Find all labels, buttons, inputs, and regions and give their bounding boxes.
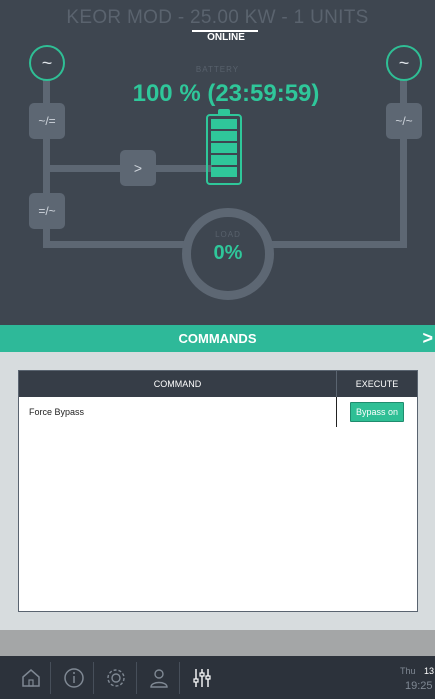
commands-header: COMMANDS > [0,325,435,352]
chevron-right-icon[interactable]: > [422,328,433,349]
table-row: Force Bypass Bypass on [19,397,417,427]
table-header: COMMAND EXECUTE [19,371,417,397]
ups-mimic-panel: KEOR MOD - 25.00 KW - 1 UNITS ONLINE ~ ~… [0,0,435,325]
nav-day: Thu [400,666,416,676]
bypass-on-button[interactable]: Bypass on [350,402,404,422]
wire-left-bottom-horizontal [43,241,185,248]
inverter-block[interactable]: =/~ [29,193,65,229]
commands-title: COMMANDS [178,331,257,346]
nav-separator [50,662,51,694]
gear-icon[interactable] [103,665,129,691]
bypass-source-icon[interactable]: ~ [386,45,422,81]
battery-label: BATTERY [195,65,240,74]
nav-date: 13 [424,666,435,676]
load-label: LOAD [215,230,241,239]
battery-cell [211,131,237,141]
battery-cell [211,155,237,165]
static-switch-block[interactable]: > [120,150,156,186]
battery-cell [211,119,237,129]
nav-separator [136,662,137,694]
wire-right-bottom-horizontal [272,241,407,248]
nav-separator [179,662,180,694]
status-label: ONLINE [207,32,245,43]
column-header-execute: EXECUTE [355,379,399,389]
battery-icon[interactable] [206,114,242,185]
command-name: Force Bypass [19,397,337,427]
mains-source-icon[interactable]: ~ [29,45,65,81]
battery-cell [211,143,237,153]
footer-strip [0,630,435,656]
commands-table: COMMAND EXECUTE Force Bypass Bypass on [18,370,418,612]
execute-cell: Bypass on [337,397,417,427]
column-header-command: COMMAND [19,371,337,397]
nav-time: 19:25 [405,680,433,692]
nav-separator [93,662,94,694]
bypass-converter-block[interactable]: ~/~ [386,103,422,139]
rectifier-block[interactable]: ~/= [29,103,65,139]
home-icon[interactable] [18,665,44,691]
battery-cell [211,167,237,177]
info-icon[interactable] [61,665,87,691]
load-value: 0% [213,242,243,264]
page-title: KEOR MOD - 25.00 KW - 1 UNITS [66,7,369,28]
bottom-nav [0,656,435,699]
user-icon[interactable] [146,665,172,691]
sliders-icon[interactable] [189,665,215,691]
battery-value: 100 % (23:59:59) [132,80,320,107]
